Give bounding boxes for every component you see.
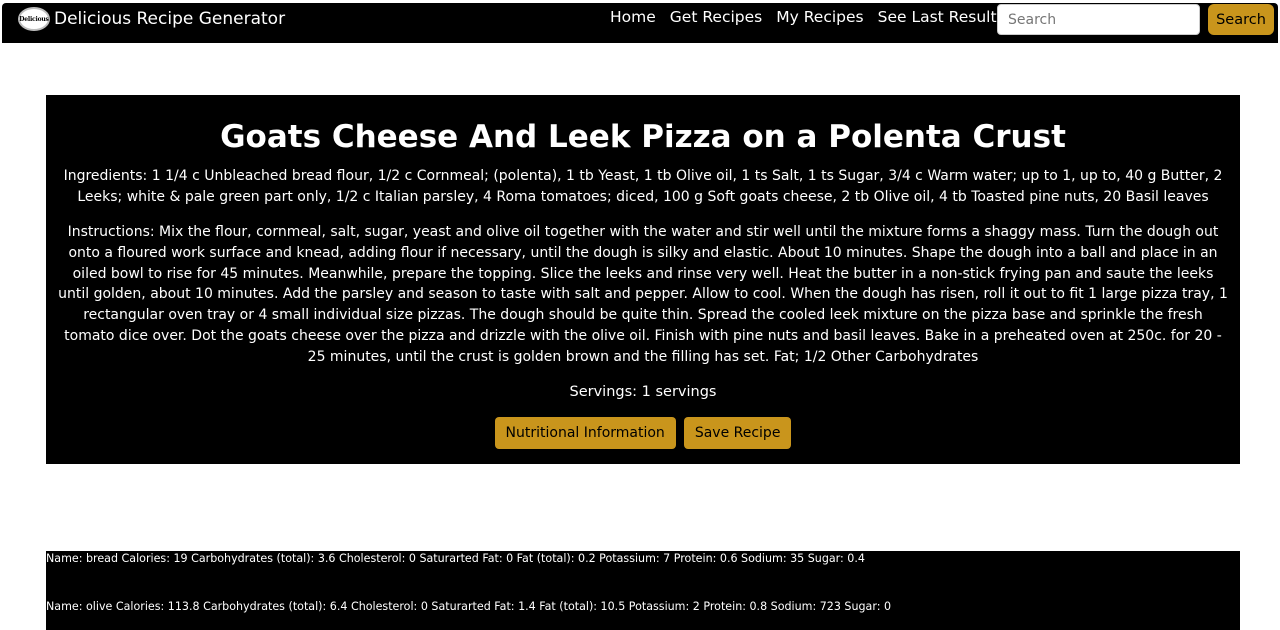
nutrition-row: Name: olive Calories: 113.8 Carbohydrate… xyxy=(46,600,892,613)
recipe-servings: Servings: 1 servings xyxy=(569,384,717,400)
recipe-title: Goats Cheese And Leek Pizza on a Polenta… xyxy=(220,119,1066,155)
brand[interactable]: Delicious Delicious Recipe Generator xyxy=(18,7,285,31)
app-title: Delicious Recipe Generator xyxy=(54,9,286,29)
save-recipe-button[interactable]: Save Recipe xyxy=(683,417,792,449)
nav-see-last-results-link[interactable]: See Last Results xyxy=(871,8,1012,26)
main-nav: Home Get Recipes My Recipes See Last Res… xyxy=(609,8,1012,26)
recipe-ingredients: Ingredients: 1 1/4 c Unbleached bread fl… xyxy=(63,168,1223,205)
recipe-instructions: Instructions: Mix the flour, cornmeal, s… xyxy=(58,224,1228,365)
logo-icon: Delicious xyxy=(18,7,50,31)
nav-home-link[interactable]: Home xyxy=(609,8,663,26)
recipe-actions: Nutritional Information Save Recipe xyxy=(46,417,1240,449)
recipe-card: Goats Cheese And Leek Pizza on a Polenta… xyxy=(46,95,1240,464)
nav-my-recipes-link[interactable]: My Recipes xyxy=(769,8,870,26)
nutrition-panel: Name: bread Calories: 19 Carbohydrates (… xyxy=(46,551,1240,630)
nutritional-information-button[interactable]: Nutritional Information xyxy=(494,417,676,449)
navbar: Delicious Delicious Recipe Generator Hom… xyxy=(2,3,1278,43)
search-button[interactable]: Search xyxy=(1208,4,1274,35)
search-input[interactable] xyxy=(997,4,1200,35)
logo-text: Delicious xyxy=(19,15,49,23)
nutrition-row: Name: bread Calories: 19 Carbohydrates (… xyxy=(46,552,865,565)
nav-get-recipes-link[interactable]: Get Recipes xyxy=(663,8,769,26)
